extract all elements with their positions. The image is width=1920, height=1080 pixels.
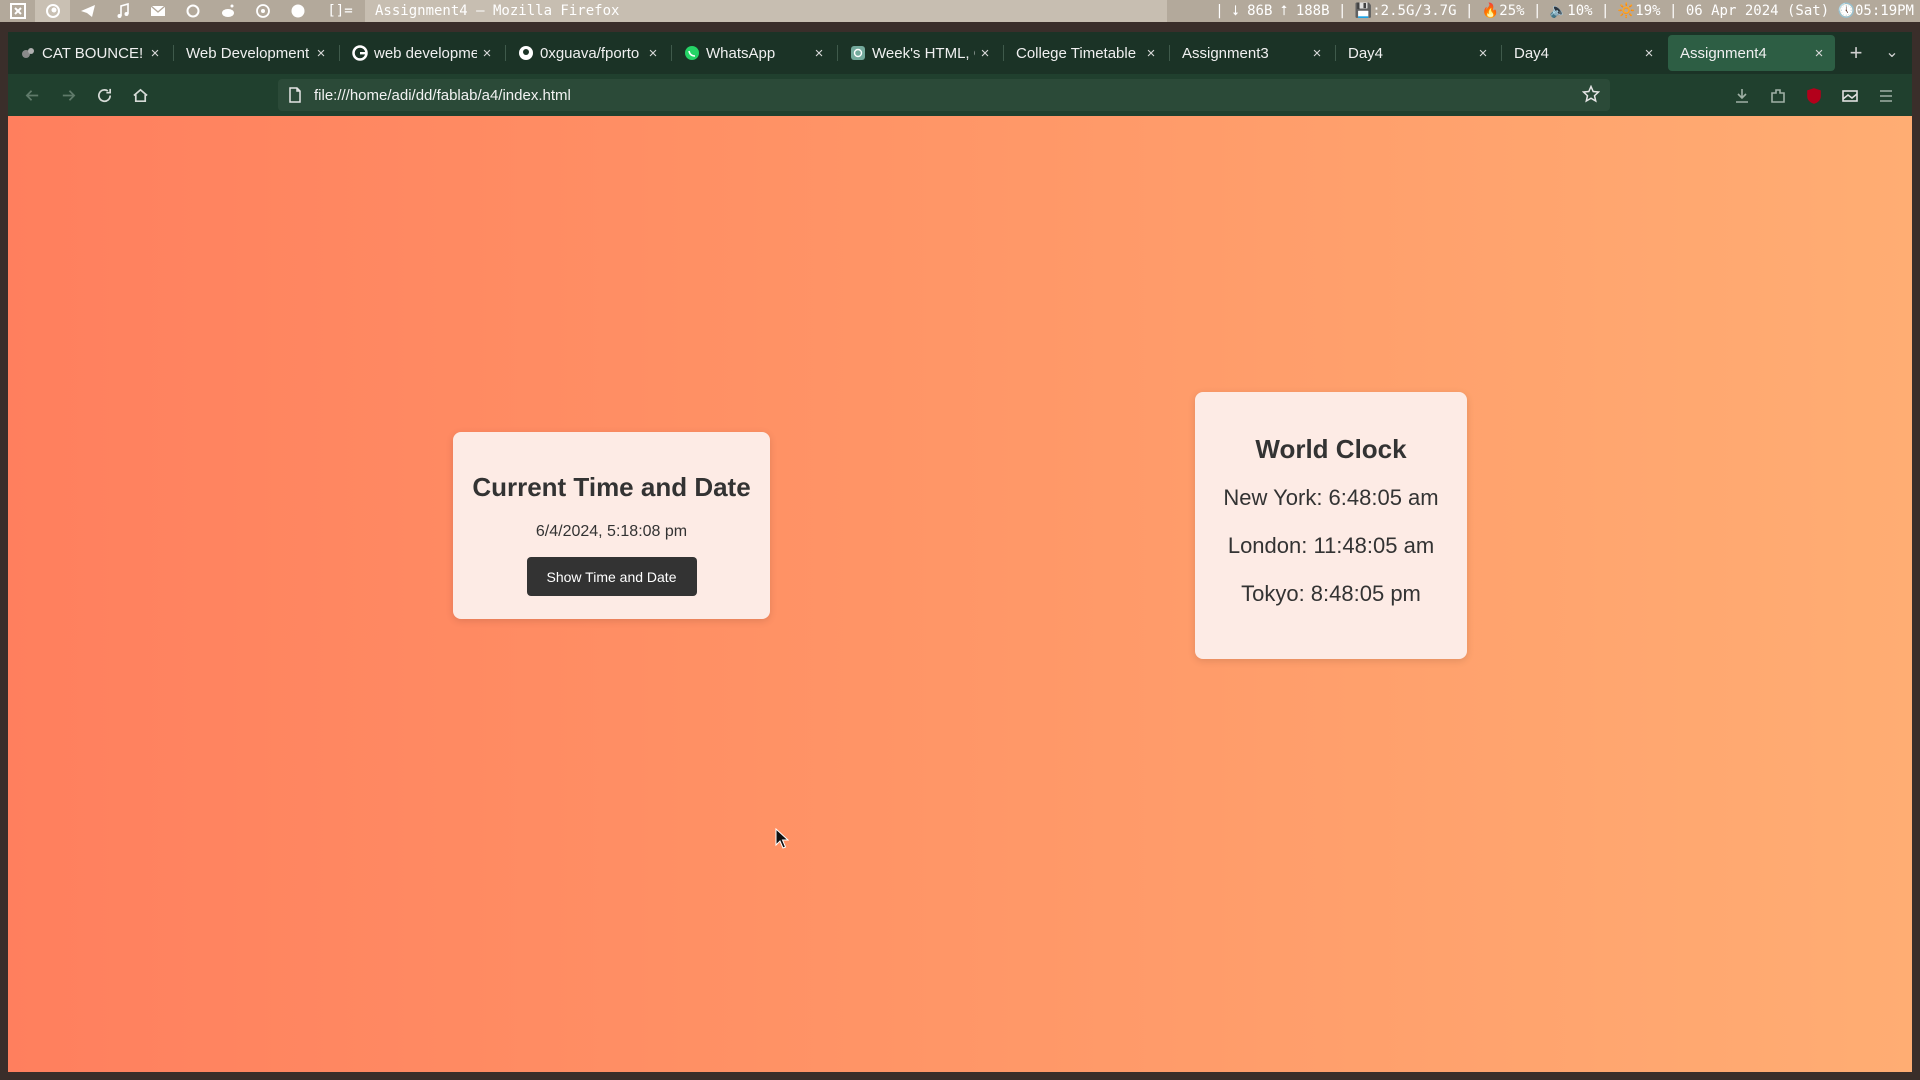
world-clock-title: World Clock [1255, 434, 1407, 464]
tab-close-icon[interactable]: × [809, 45, 829, 62]
reddit-workspace-icon[interactable] [210, 0, 245, 22]
github-workspace-icon[interactable] [280, 0, 315, 22]
tab-label: CAT BOUNCE! [42, 44, 144, 62]
tab-strip: CAT BOUNCE! × Web Development × web deve… [8, 32, 1912, 74]
dwm-logo-icon[interactable] [0, 0, 35, 22]
current-time-card: Current Time and Date 6/4/2024, 5:18:08 … [453, 432, 770, 619]
extensions-button[interactable] [1766, 84, 1790, 108]
tab-label: Week's HTML, C [872, 44, 975, 62]
arrow-right-icon [62, 89, 75, 101]
tab-label: Web Development [186, 44, 310, 62]
cat-favicon-icon [22, 48, 34, 58]
ublock-shield-icon [1807, 88, 1821, 104]
current-datetime-text: 6/4/2024, 5:18:08 pm [535, 523, 688, 540]
page-icon [288, 87, 304, 103]
music-workspace-icon[interactable] [105, 0, 140, 22]
arrow-left-icon [25, 89, 38, 101]
tab-close-icon[interactable]: × [477, 45, 497, 62]
current-time-title: Current Time and Date [472, 472, 751, 502]
sync-workspace-icon[interactable] [175, 0, 210, 22]
github-favicon-icon [519, 46, 533, 60]
hamburger-menu-icon [1880, 90, 1892, 102]
forward-button[interactable] [54, 81, 82, 109]
system-status-text: | ⭣ 86B ⭡ 188B | 💾:2.5G/3.7G | 🔥25% | 🔈1… [1215, 3, 1914, 19]
tab-close-icon[interactable]: × [1809, 45, 1829, 62]
list-all-tabs-button[interactable]: ⌄ [1878, 39, 1906, 67]
layout-indicator[interactable]: []= [315, 3, 365, 19]
tab-chatgpt[interactable]: Week's HTML, C × [838, 35, 1001, 71]
address-bar[interactable]: file:///home/adi/dd/fablab/a4/index.html [278, 79, 1610, 111]
tab-day4-second[interactable]: Day4 × [1502, 35, 1665, 71]
downloads-button[interactable] [1730, 84, 1754, 108]
url-text[interactable]: file:///home/adi/dd/fablab/a4/index.html [314, 87, 571, 104]
tab-label: Assignment3 [1182, 44, 1269, 62]
tab-close-icon[interactable]: × [145, 45, 165, 62]
tab-close-icon[interactable]: × [311, 45, 331, 62]
firefox-workspace-icon[interactable] [35, 0, 70, 22]
google-favicon-icon [352, 45, 368, 61]
tab-close-icon[interactable]: × [1141, 45, 1161, 62]
reload-icon [97, 88, 111, 102]
puzzle-icon [1771, 89, 1785, 103]
tab-web-development[interactable]: Web Development × [174, 35, 337, 71]
tab-whatsapp[interactable]: WhatsApp × [672, 35, 835, 71]
tab-close-icon[interactable]: × [1307, 45, 1327, 62]
tab-label: web developme [374, 44, 477, 62]
mouse-pointer-icon [775, 828, 789, 849]
mail-workspace-icon[interactable] [140, 0, 175, 22]
app-menu-button[interactable] [1874, 84, 1898, 108]
tab-close-icon[interactable]: × [975, 45, 995, 62]
tab-label: WhatsApp [706, 44, 776, 62]
reload-button[interactable] [90, 81, 118, 109]
ublock-origin-button[interactable] [1802, 84, 1826, 108]
image-extension-icon [1842, 90, 1858, 102]
navigation-toolbar: file:///home/adi/dd/fablab/a4/index.html [8, 74, 1912, 116]
firefox-window: CAT BOUNCE! × Web Development × web deve… [8, 32, 1912, 1072]
window-title: Assignment4 — Mozilla Firefox [365, 0, 1167, 22]
tab-github-repo[interactable]: 0xguava/fporto × [506, 35, 669, 71]
telegram-workspace-icon[interactable] [70, 0, 105, 22]
tab-close-icon[interactable]: × [1473, 45, 1493, 62]
download-icon [1736, 89, 1748, 103]
chatgpt-favicon-icon [851, 46, 865, 60]
world-clock-card: World Clock New York: 6:48:05 am London:… [1195, 392, 1467, 659]
tab-label: Day4 [1348, 44, 1384, 62]
show-time-date-button[interactable]: Show Time and Date [526, 557, 697, 596]
tab-google-search[interactable]: web developme × [340, 35, 503, 71]
tab-college-timetable[interactable]: College Timetable × [1004, 35, 1167, 71]
bookmark-star-icon[interactable] [1581, 84, 1602, 105]
home-icon [132, 88, 148, 102]
home-button[interactable] [126, 81, 154, 109]
tab-assignment4-active[interactable]: Assignment4 × [1668, 35, 1835, 71]
tab-day4[interactable]: Day4 × [1336, 35, 1499, 71]
world-clock-tokyo: Tokyo: 8:48:05 pm [1241, 581, 1421, 606]
back-button[interactable] [18, 81, 46, 109]
whatsapp-favicon-icon [685, 46, 699, 60]
soccer-workspace-icon[interactable] [245, 0, 280, 22]
tab-label: Assignment4 [1680, 44, 1767, 62]
new-tab-button[interactable]: + [1842, 39, 1870, 67]
tab-label: 0xguava/fporto [540, 44, 640, 62]
tab-label: College Timetable [1016, 44, 1137, 62]
tab-close-icon[interactable]: × [643, 45, 663, 62]
system-status-bar: []= Assignment4 — Mozilla Firefox | ⭣ 86… [0, 0, 1920, 22]
world-clock-new-york: New York: 6:48:05 am [1223, 485, 1439, 510]
tab-assignment3[interactable]: Assignment3 × [1170, 35, 1333, 71]
tab-close-icon[interactable]: × [1639, 45, 1659, 62]
theme-extension-button[interactable] [1838, 84, 1862, 108]
tab-cat-bounce[interactable]: CAT BOUNCE! × [8, 35, 171, 71]
workspace-icons [0, 0, 315, 22]
page-viewport: Current Time and Date 6/4/2024, 5:18:08 … [8, 116, 1912, 1072]
tab-label: Day4 [1514, 44, 1550, 62]
world-clock-london: London: 11:48:05 am [1227, 533, 1435, 558]
